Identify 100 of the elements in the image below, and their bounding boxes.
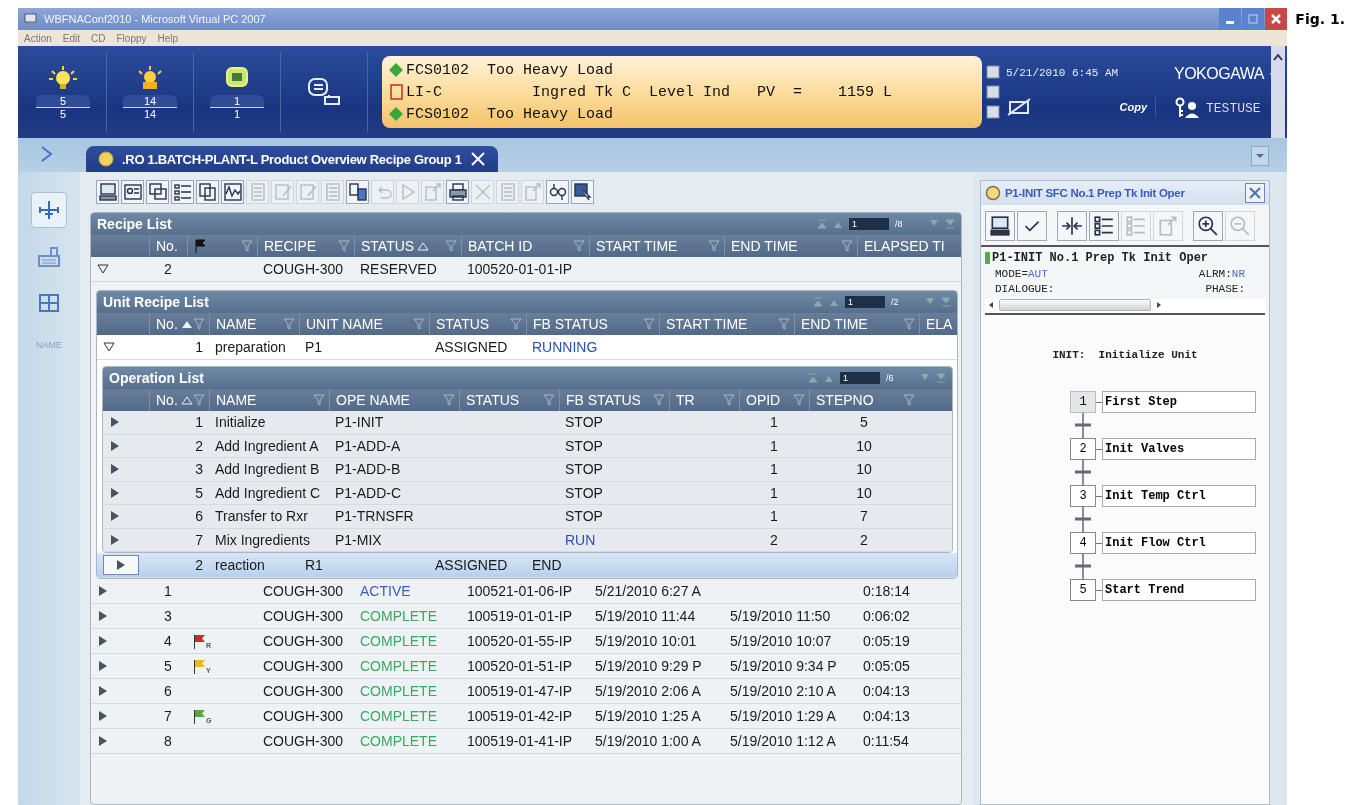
scroll-left-icon[interactable] bbox=[987, 301, 995, 309]
filter-icon[interactable] bbox=[653, 394, 665, 406]
filter-icon[interactable] bbox=[445, 240, 457, 252]
step-name[interactable]: Init Valves bbox=[1102, 438, 1256, 460]
filter-icon[interactable] bbox=[543, 394, 555, 406]
column-header[interactable]: FB STATUS bbox=[559, 389, 669, 411]
filter-icon[interactable] bbox=[793, 394, 805, 406]
close-button[interactable] bbox=[1265, 8, 1288, 30]
toolbar-button[interactable] bbox=[346, 180, 369, 204]
collapse-icon[interactable] bbox=[97, 263, 109, 275]
toolbar-button[interactable] bbox=[1089, 211, 1119, 241]
scroll-right-icon[interactable] bbox=[1155, 301, 1163, 309]
filter-icon[interactable] bbox=[283, 318, 295, 330]
filter-icon[interactable] bbox=[723, 394, 735, 406]
expand-icon[interactable] bbox=[97, 660, 109, 672]
step-name[interactable]: Start Trend bbox=[1102, 579, 1256, 601]
alarm-banner[interactable]: FCS0102 Too Heavy Load LI-C Ingred Tk C Level Ind PV = 1159 L FCS0102 Too Heavy Load bbox=[382, 56, 982, 128]
user-key-icon[interactable] bbox=[1174, 97, 1200, 119]
expand-button[interactable] bbox=[103, 555, 139, 575]
close-button[interactable] bbox=[1245, 183, 1265, 203]
filter-icon[interactable] bbox=[193, 318, 205, 330]
menu-item[interactable]: Floppy bbox=[116, 32, 147, 44]
step-name[interactable]: Init Temp Ctrl bbox=[1102, 485, 1256, 507]
toolbar-button[interactable] bbox=[985, 211, 1015, 241]
filter-icon[interactable] bbox=[313, 394, 325, 406]
expand-icon[interactable] bbox=[109, 533, 121, 546]
step-name[interactable]: First Step bbox=[1102, 391, 1256, 413]
page-field[interactable]: 1 bbox=[840, 372, 880, 384]
menu-item[interactable]: CD bbox=[91, 32, 106, 44]
step-number[interactable]: 4 bbox=[1070, 532, 1096, 554]
expand-icon[interactable] bbox=[109, 416, 121, 429]
expand-icon[interactable] bbox=[109, 463, 121, 476]
column-header[interactable]: OPID bbox=[739, 389, 809, 411]
filter-icon[interactable] bbox=[841, 240, 853, 252]
filter-icon[interactable] bbox=[778, 318, 790, 330]
filter-icon[interactable] bbox=[413, 318, 425, 330]
collapse-icon[interactable] bbox=[103, 341, 115, 353]
sidebar-item[interactable] bbox=[31, 192, 67, 228]
filter-icon[interactable] bbox=[643, 318, 655, 330]
menu-item[interactable]: Help bbox=[157, 32, 179, 44]
page-field[interactable]: 1 bbox=[845, 296, 885, 308]
column-header[interactable]: STEPNO bbox=[809, 389, 919, 411]
step-number[interactable]: 5 bbox=[1070, 579, 1096, 601]
window-icon[interactable] bbox=[986, 105, 1000, 119]
toolbar-button[interactable] bbox=[171, 180, 194, 204]
expand-icon[interactable] bbox=[97, 610, 109, 622]
minimize-button[interactable] bbox=[1219, 8, 1242, 30]
expand-icon[interactable] bbox=[97, 685, 109, 697]
toolbar-button[interactable] bbox=[121, 180, 144, 204]
toolbar-button[interactable] bbox=[446, 180, 469, 204]
filter-icon[interactable] bbox=[193, 394, 205, 406]
step-name[interactable]: Init Flow Ctrl bbox=[1102, 532, 1256, 554]
window-icon[interactable] bbox=[986, 65, 1000, 79]
lamp-icon[interactable] bbox=[135, 64, 165, 91]
window-icon[interactable] bbox=[986, 85, 1000, 99]
toolbar-button[interactable] bbox=[146, 180, 169, 204]
expand-icon[interactable] bbox=[97, 635, 109, 647]
toolbar-button[interactable] bbox=[1193, 211, 1223, 241]
menu-item[interactable]: Action bbox=[24, 32, 52, 44]
lamp-icon[interactable] bbox=[48, 64, 78, 91]
toolbar-button[interactable] bbox=[96, 180, 119, 204]
expand-icon[interactable] bbox=[97, 735, 109, 747]
table-row[interactable]: 2 reaction R1 ASSIGNED END bbox=[97, 553, 957, 578]
step-number[interactable]: 2 bbox=[1070, 438, 1096, 460]
filter-icon[interactable] bbox=[903, 318, 915, 330]
filter-icon[interactable] bbox=[510, 318, 522, 330]
column-header[interactable]: STATUS bbox=[459, 389, 559, 411]
toolbar-button[interactable] bbox=[546, 180, 569, 204]
toolbar-button[interactable] bbox=[571, 180, 594, 204]
toolbar-button[interactable] bbox=[196, 180, 219, 204]
horizontal-scrollbar[interactable] bbox=[985, 299, 1265, 315]
tab[interactable]: .RO 1.BATCH-PLANT-L Product Overview Recipe Group 1 bbox=[86, 146, 498, 172]
expand-icon[interactable] bbox=[109, 486, 121, 499]
expand-icon[interactable] bbox=[97, 585, 109, 597]
toolbar-button[interactable] bbox=[221, 180, 244, 204]
column-header[interactable]: No. bbox=[149, 389, 209, 411]
expand-icon[interactable] bbox=[109, 439, 121, 452]
console-icon[interactable] bbox=[307, 77, 341, 107]
scroll-thumb[interactable] bbox=[999, 299, 1151, 311]
filter-icon[interactable] bbox=[443, 394, 455, 406]
filter-icon[interactable] bbox=[241, 240, 253, 252]
dropdown-button[interactable] bbox=[1251, 146, 1270, 166]
crossed-frame-icon[interactable] bbox=[1006, 97, 1032, 117]
expand-icon[interactable] bbox=[109, 510, 121, 523]
filter-icon[interactable] bbox=[338, 240, 350, 252]
step-number[interactable]: 1 bbox=[1070, 391, 1096, 413]
expand-icon[interactable] bbox=[97, 710, 109, 722]
column-header[interactable]: NAME bbox=[209, 389, 329, 411]
step-number[interactable]: 3 bbox=[1070, 485, 1096, 507]
column-header[interactable]: TR bbox=[669, 389, 739, 411]
copy-button[interactable]: Copy bbox=[1119, 101, 1147, 113]
toolbar-button[interactable] bbox=[1057, 211, 1087, 241]
column-header[interactable]: OPE NAME bbox=[329, 389, 459, 411]
filter-icon[interactable] bbox=[903, 394, 915, 406]
scroll-up-icon[interactable] bbox=[1272, 52, 1285, 62]
close-icon[interactable] bbox=[469, 151, 486, 167]
toolbar-button[interactable] bbox=[1017, 211, 1047, 241]
page-field[interactable]: 1 bbox=[849, 218, 889, 230]
filter-icon[interactable] bbox=[573, 240, 585, 252]
filter-icon[interactable] bbox=[708, 240, 720, 252]
